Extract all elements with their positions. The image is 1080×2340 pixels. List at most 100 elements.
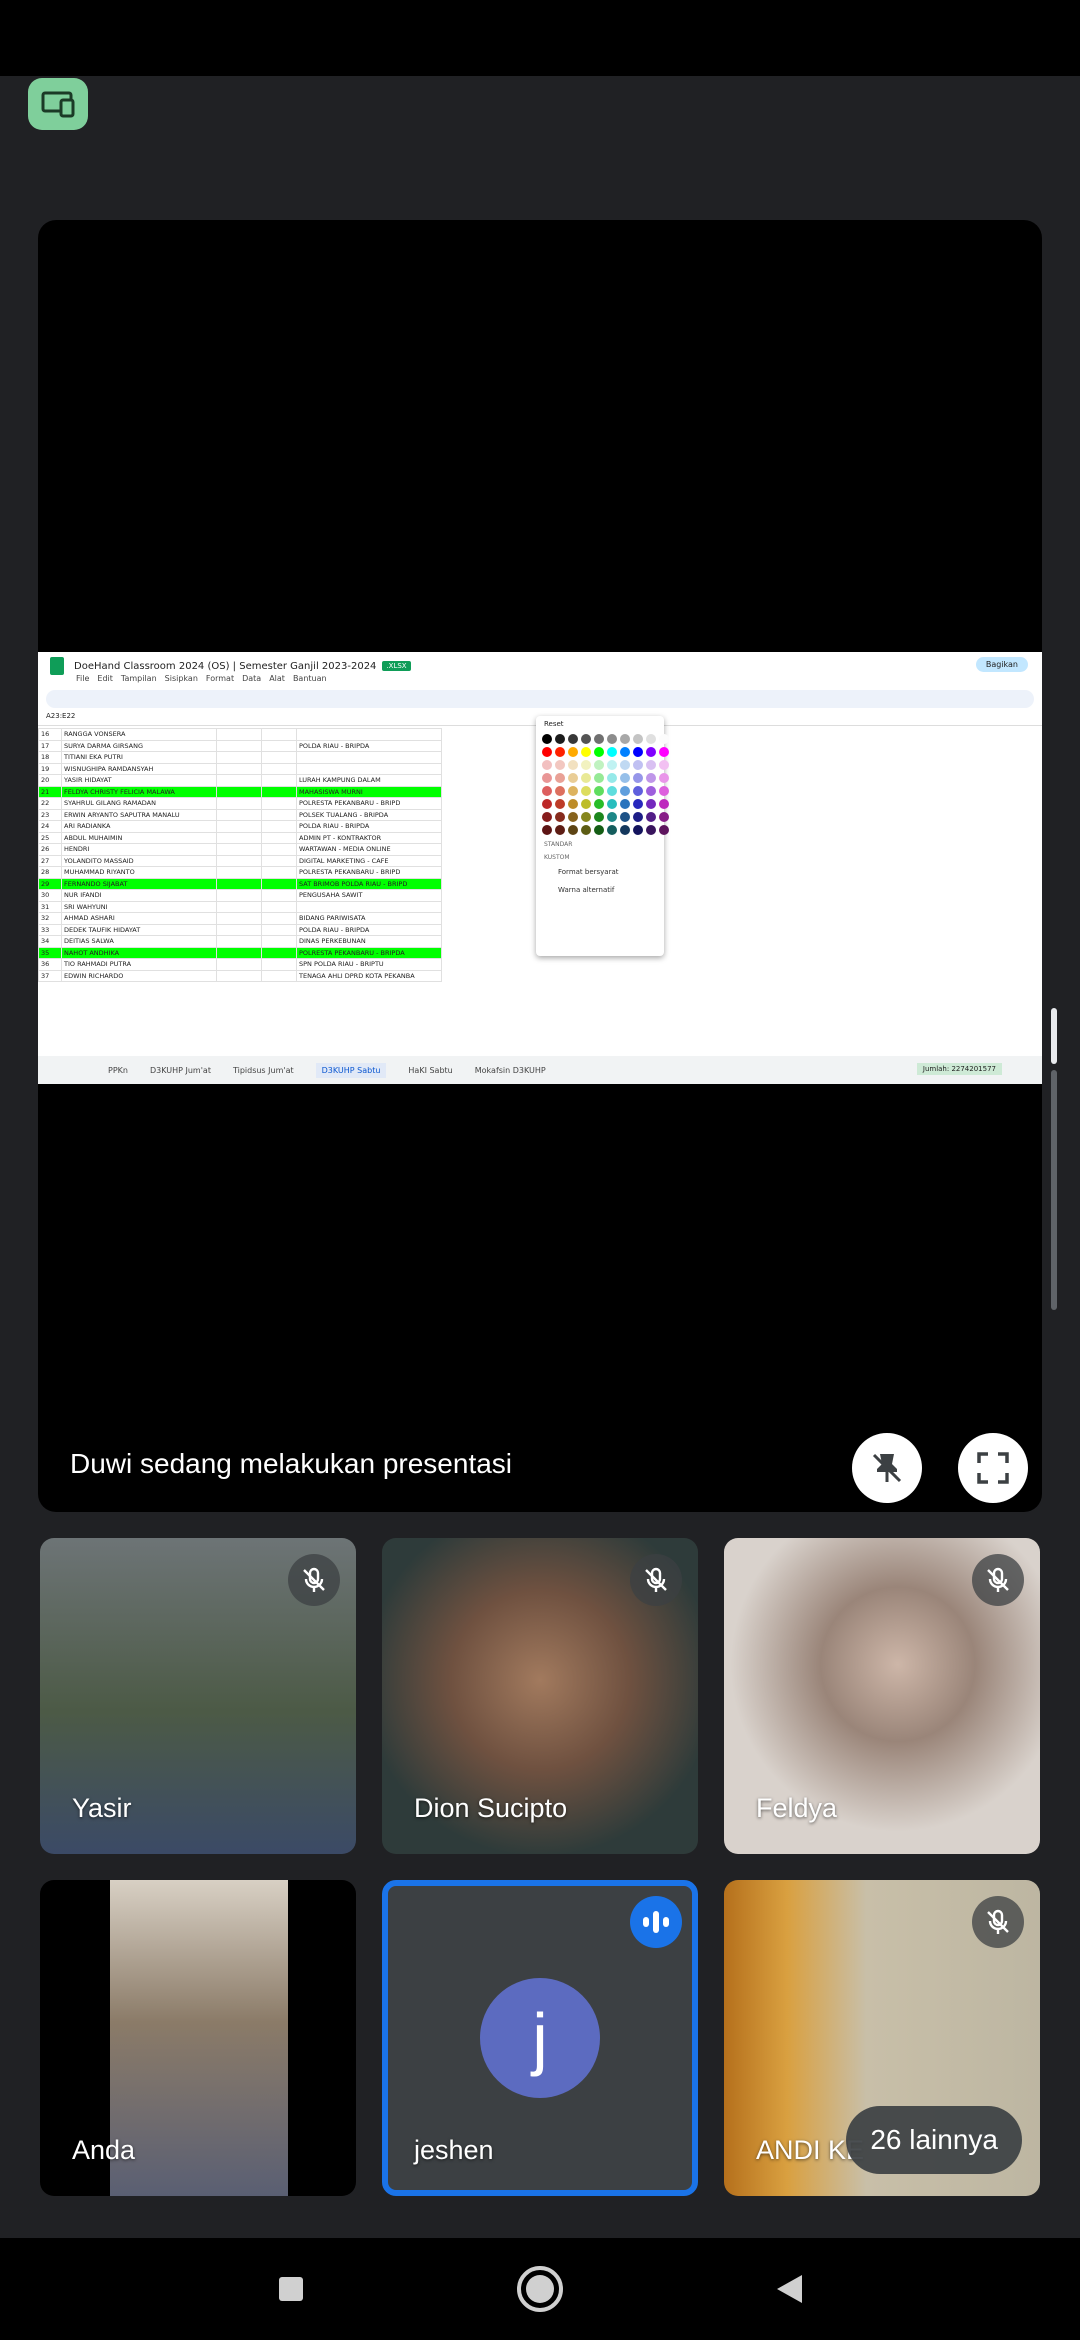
speaking-indicator <box>630 1896 682 1948</box>
sheets-icon <box>50 657 64 675</box>
color-swatch <box>646 747 656 757</box>
audio-level-icon <box>643 1917 649 1927</box>
share-button: Bagikan <box>975 657 1028 672</box>
occupation-cell: POLRESTA PEKANBARU - BRIPD <box>296 797 442 810</box>
row-number-cell: 35 <box>38 946 62 959</box>
color-swatch <box>581 734 591 744</box>
color-swatch <box>620 812 630 822</box>
empty-cell <box>261 797 297 810</box>
occupation-cell: WARTAWAN - MEDIA ONLINE <box>296 843 442 856</box>
color-swatch <box>568 734 578 744</box>
fullscreen-button[interactable] <box>958 1433 1028 1503</box>
table-row: 23 ERWIN ARYANTO SAPUTRA MANALU POLSEK TUA… <box>38 808 442 821</box>
color-swatch <box>594 773 604 783</box>
student-name-cell: HENDRI <box>61 843 217 856</box>
back-button[interactable] <box>760 2260 818 2318</box>
student-name-cell: ARI RADIANKA <box>61 820 217 833</box>
participant-name: Yasir <box>72 1793 132 1823</box>
self-video <box>110 1880 288 2196</box>
spreadsheet-table: 16 RANGGA VONSERA 17 SURYA DARMA GIRSANG POL… <box>38 728 442 982</box>
color-swatch <box>581 825 591 835</box>
empty-cell <box>216 843 262 856</box>
scroll-thumb[interactable] <box>1051 1008 1057 1064</box>
spreadsheet-toolbar <box>46 690 1034 708</box>
row-number-cell: 19 <box>38 762 62 775</box>
participant-tile-self[interactable]: Anda <box>40 1880 356 2196</box>
system-nav-bar <box>0 2238 1080 2340</box>
row-number-cell: 29 <box>38 877 62 890</box>
row-number-cell: 16 <box>38 728 62 741</box>
student-name-cell: EDWIN RICHARDO <box>61 969 217 982</box>
color-swatch <box>542 825 552 835</box>
menu-item: File <box>76 674 90 683</box>
empty-cell <box>216 946 262 959</box>
participant-tile[interactable]: Yasir <box>40 1538 356 1854</box>
color-swatch <box>633 747 643 757</box>
mic-off-indicator <box>972 1896 1024 1948</box>
occupation-cell: POLRESTA PEKANBARU - BRIPD <box>296 866 442 879</box>
color-swatch <box>542 760 552 770</box>
occupation-cell: POLRESTA PEKANBARU - BRIPDA <box>296 946 442 959</box>
table-row: 27 YOLANDITO MASSAID DIGITAL MARKETING - C… <box>38 854 442 867</box>
spreadsheet-menu: File Edit Tampilan Sisipkan Format Data … <box>76 674 327 683</box>
color-swatch <box>633 786 643 796</box>
color-swatch <box>633 760 643 770</box>
home-icon <box>517 2266 563 2312</box>
student-name-cell: ABDUL MUHAIMIN <box>61 831 217 844</box>
sheet-tab: PPKn <box>108 1065 128 1075</box>
participant-tile-active-speaker[interactable]: j jeshen <box>382 1880 698 2196</box>
file-badge: .XLSX <box>382 661 411 671</box>
color-swatch <box>594 825 604 835</box>
student-name-cell: SYAHRUL GILANG RAMADAN <box>61 797 217 810</box>
participant-name: Feldya <box>756 1793 838 1823</box>
audio-level-icon <box>653 1911 659 1933</box>
occupation-cell: LURAH KAMPUNG DALAM <box>296 774 442 787</box>
empty-cell <box>216 854 262 867</box>
row-number-cell: 23 <box>38 808 62 821</box>
color-swatch <box>659 786 669 796</box>
color-swatch <box>646 773 656 783</box>
row-number-cell: 33 <box>38 923 62 936</box>
table-row: 26 HENDRI WARTAWAN - MEDIA ONLINE <box>38 843 442 856</box>
color-swatch <box>646 760 656 770</box>
home-button[interactable] <box>511 2260 569 2318</box>
empty-cell <box>261 739 297 752</box>
table-row: 16 RANGGA VONSERA <box>38 728 442 741</box>
color-swatch <box>620 799 630 809</box>
student-name-cell: SRI WAHYUNI <box>61 900 217 913</box>
student-name-cell: FERNANDO SIJABAT <box>61 877 217 890</box>
empty-cell <box>216 912 262 925</box>
more-participants-button[interactable]: 26 lainnya <box>846 2106 1022 2174</box>
empty-cell <box>216 774 262 787</box>
sheet-tab: Mokafsin D3KUHP <box>474 1065 546 1075</box>
color-swatch <box>594 747 604 757</box>
color-swatch <box>542 799 552 809</box>
empty-cell <box>261 774 297 787</box>
mic-off-icon <box>303 1567 325 1592</box>
color-swatch <box>581 799 591 809</box>
color-swatch <box>542 812 552 822</box>
cast-button[interactable] <box>28 78 88 130</box>
table-row: 28 MUHAMMAD RIYANTO POLRESTA PEKANBARU - B… <box>38 866 442 879</box>
sheet-tabs: PPKn D3KUHP Jum'at Tipidsus Jum'at D3KUH… <box>38 1056 1042 1084</box>
color-swatch <box>659 773 669 783</box>
occupation-cell: POLDA RIAU - BRIPDA <box>296 739 442 752</box>
recents-button[interactable] <box>262 2260 320 2318</box>
color-custom-label: KUSTOM <box>544 854 570 861</box>
participant-tile[interactable]: Dion Sucipto <box>382 1538 698 1854</box>
color-swatch <box>607 760 617 770</box>
row-number-cell: 22 <box>38 797 62 810</box>
color-swatch <box>594 812 604 822</box>
color-swatch <box>646 799 656 809</box>
unpin-button[interactable] <box>852 1433 922 1503</box>
row-number-cell: 37 <box>38 969 62 982</box>
menu-item: Tampilan <box>120 674 157 683</box>
presentation-stage[interactable]: DoeHand Classroom 2024 (OS) | Semester G… <box>38 220 1042 1512</box>
participant-tile[interactable]: ANDI KE 26 lainnya <box>724 1880 1040 2196</box>
row-number-cell: 30 <box>38 889 62 902</box>
color-swatch <box>646 734 656 744</box>
participant-tile[interactable]: Feldya <box>724 1538 1040 1854</box>
mic-off-icon <box>987 1909 1009 1934</box>
color-swatch <box>620 773 630 783</box>
participant-name: jeshen <box>414 2135 494 2165</box>
